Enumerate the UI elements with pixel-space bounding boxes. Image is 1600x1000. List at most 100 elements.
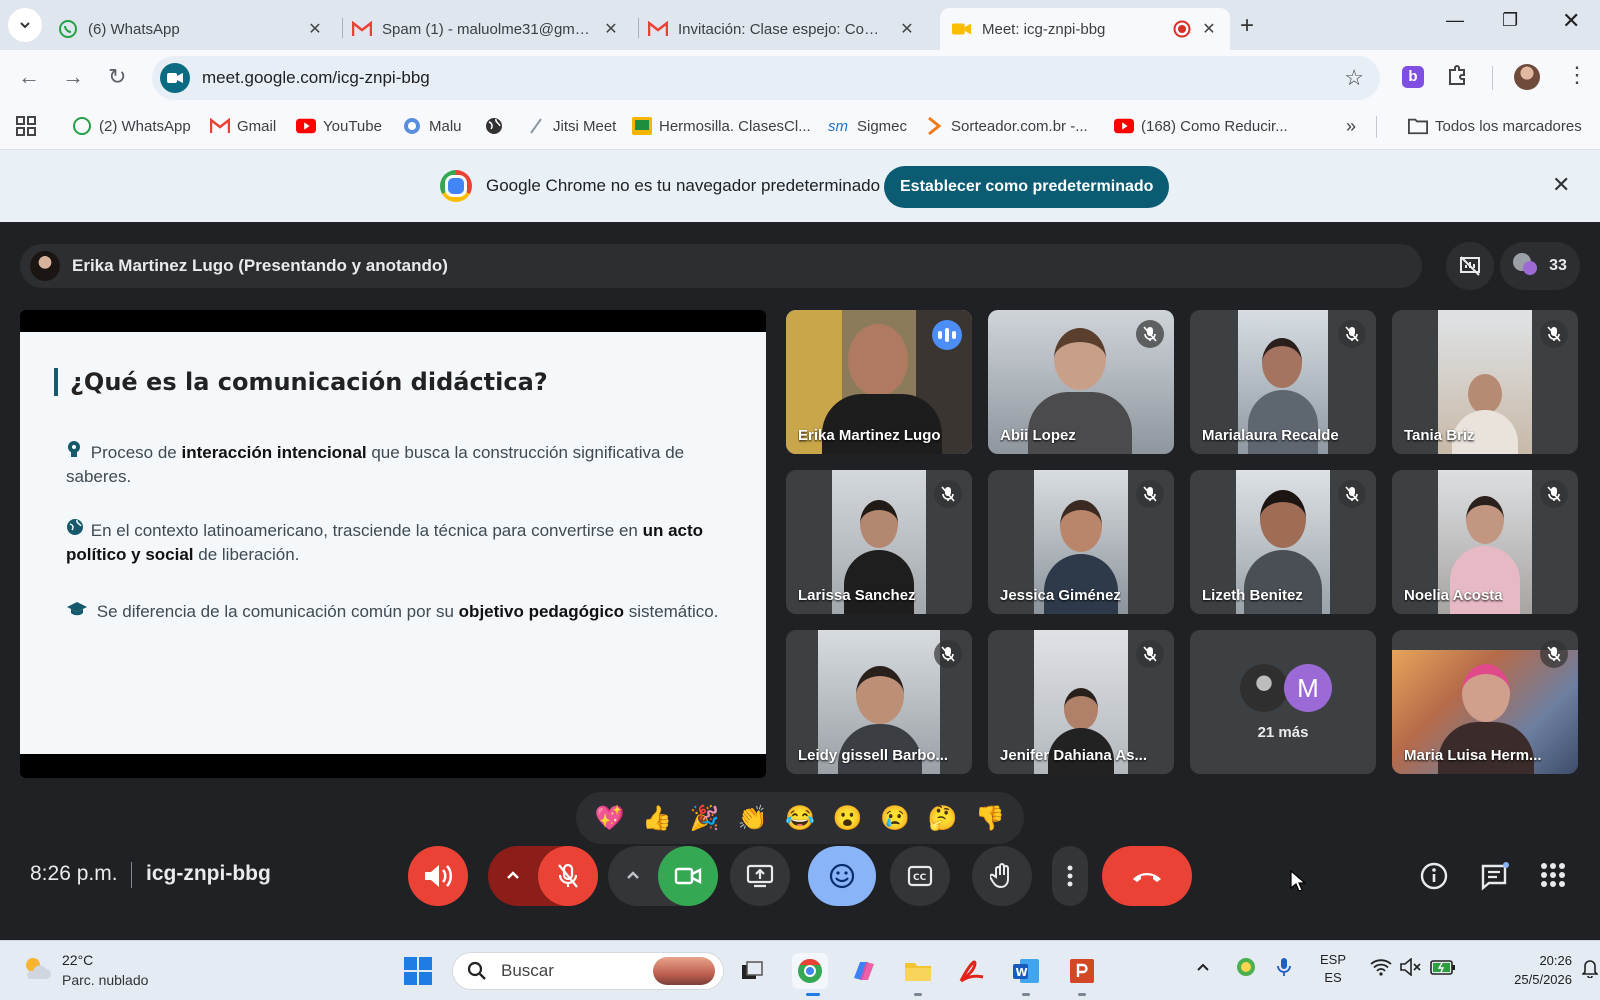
close-icon[interactable]: ✕ bbox=[1552, 172, 1570, 198]
reaction-surprised[interactable]: 😮 bbox=[833, 804, 863, 833]
bookmark-hermosilla[interactable]: Hermosilla. ClasesCl... bbox=[632, 116, 811, 136]
close-icon[interactable]: ✕ bbox=[602, 19, 620, 39]
extensions-puzzle-icon[interactable] bbox=[1446, 64, 1468, 92]
bookmark-star-icon[interactable]: ☆ bbox=[1344, 65, 1364, 91]
powerpoint-icon[interactable] bbox=[1064, 953, 1100, 989]
reaction-laughing[interactable]: 😂 bbox=[785, 804, 815, 833]
bookmark-whatsapp[interactable]: (2) WhatsApp bbox=[72, 116, 191, 136]
participant-tile[interactable]: Maria Luisa Herm... bbox=[1392, 630, 1578, 774]
participant-tile[interactable]: Noelia Acosta bbox=[1392, 470, 1578, 614]
bookmark-youtube[interactable]: YouTube bbox=[296, 116, 382, 136]
address-bar[interactable]: meet.google.com/icg-znpi-bbg ☆ bbox=[152, 56, 1380, 100]
bookmark-malu[interactable]: Malu bbox=[402, 116, 462, 136]
extension-b-icon[interactable]: b bbox=[1402, 66, 1424, 88]
microphone-tray-icon[interactable] bbox=[1276, 957, 1292, 982]
copilot-icon[interactable] bbox=[846, 953, 882, 989]
participant-tile[interactable]: Lizeth Benitez bbox=[1190, 470, 1376, 614]
reaction-party-popper[interactable]: 🎉 bbox=[690, 804, 720, 833]
bookmark-gmail[interactable]: Gmail bbox=[210, 116, 276, 136]
taskbar-search[interactable]: Buscar bbox=[452, 952, 724, 990]
camera-toggle-button[interactable] bbox=[658, 846, 718, 906]
chat-button[interactable] bbox=[1480, 862, 1510, 897]
more-options-button[interactable] bbox=[1052, 846, 1088, 906]
reaction-crying[interactable]: 😢 bbox=[880, 804, 910, 833]
bookmark-jitsi[interactable]: Jitsi Meet bbox=[526, 116, 616, 136]
show-hidden-icons-chevron[interactable] bbox=[1196, 959, 1210, 977]
leave-call-button[interactable] bbox=[1102, 846, 1192, 906]
back-arrow-icon[interactable]: ← bbox=[18, 64, 40, 90]
minimize-button[interactable]: — bbox=[1446, 10, 1464, 31]
raise-hand-button[interactable] bbox=[972, 846, 1032, 906]
hide-presentation-button[interactable] bbox=[1446, 242, 1494, 290]
battery-charging-icon[interactable] bbox=[1430, 958, 1456, 981]
set-default-button[interactable]: Establecer como predeterminado bbox=[884, 166, 1170, 208]
more-participants-tile[interactable]: M 21 más bbox=[1190, 630, 1376, 774]
present-screen-button[interactable] bbox=[730, 846, 790, 906]
tab-search-button[interactable] bbox=[8, 8, 42, 42]
participant-tile[interactable]: Erika Martinez Lugo bbox=[786, 310, 972, 454]
meeting-details-button[interactable] bbox=[1420, 862, 1448, 895]
reaction-thinking[interactable]: 🤔 bbox=[928, 804, 958, 833]
reaction-clapping[interactable]: 👏 bbox=[737, 804, 767, 833]
tab-gmail-invitation[interactable]: Invitación: Clase espejo: Comunicación ✕ bbox=[636, 8, 928, 50]
captions-button[interactable]: CC bbox=[890, 846, 950, 906]
system-clock[interactable]: 20:26 25/5/2026 bbox=[1490, 951, 1572, 989]
profile-avatar[interactable] bbox=[1514, 64, 1540, 90]
close-icon[interactable]: ✕ bbox=[898, 19, 916, 39]
app-tray-icon[interactable] bbox=[1236, 957, 1256, 982]
bookmark-youtube-video[interactable]: (168) Como Reducir... bbox=[1114, 116, 1288, 136]
all-bookmarks-folder[interactable]: Todos los marcadores bbox=[1408, 116, 1582, 136]
camera-options-chevron-icon[interactable] bbox=[608, 867, 658, 885]
tab-whatsapp[interactable]: (6) WhatsApp ✕ bbox=[46, 8, 336, 50]
bookmark-sigmec[interactable]: sm Sigmec bbox=[826, 116, 907, 136]
tab-gmail-spam[interactable]: Spam (1) - maluolme31@gmail.com ✕ bbox=[340, 8, 632, 50]
tab-title: (6) WhatsApp bbox=[88, 20, 180, 38]
participant-tile[interactable]: Jenifer Dahiana As... bbox=[988, 630, 1174, 774]
speaker-button[interactable] bbox=[408, 846, 468, 906]
activities-button[interactable] bbox=[1540, 862, 1566, 893]
apps-grid-icon[interactable] bbox=[16, 116, 36, 136]
microphone-toggle-button[interactable] bbox=[538, 846, 598, 906]
notification-bell-icon[interactable] bbox=[1581, 958, 1599, 983]
reaction-sparkling-heart[interactable]: 💖 bbox=[595, 804, 625, 833]
reload-icon[interactable]: ↻ bbox=[108, 64, 126, 90]
participant-tile[interactable]: Leidy gissell Barbo... bbox=[786, 630, 972, 774]
close-icon[interactable]: ✕ bbox=[1200, 19, 1218, 39]
wifi-icon[interactable] bbox=[1370, 958, 1392, 981]
acrobat-icon[interactable] bbox=[954, 953, 990, 989]
bookmark-sorteador[interactable]: Sorteador.com.br -... bbox=[924, 116, 1088, 136]
bookmark-label: (168) Como Reducir... bbox=[1141, 117, 1288, 135]
mic-off-icon bbox=[1136, 320, 1164, 348]
bookmark-globe[interactable] bbox=[484, 116, 511, 136]
svg-text:W: W bbox=[1016, 966, 1028, 979]
windows-start-icon[interactable] bbox=[404, 957, 432, 985]
chrome-taskbar-icon[interactable] bbox=[792, 953, 828, 989]
task-view-icon[interactable] bbox=[734, 953, 770, 989]
new-tab-button[interactable]: + bbox=[1240, 12, 1254, 40]
meet-site-icon[interactable] bbox=[160, 63, 190, 93]
bookmark-label: Gmail bbox=[237, 117, 277, 135]
input-language-indicator[interactable]: ESP ES bbox=[1320, 951, 1346, 987]
slide-bullet: Se diferencia de la comunicación común p… bbox=[66, 600, 726, 624]
forward-arrow-icon[interactable]: → bbox=[62, 64, 84, 90]
reaction-thumbs-down[interactable]: 👎 bbox=[975, 804, 1005, 833]
tab-meet[interactable]: Meet: icg-znpi-bbg ✕ bbox=[940, 8, 1230, 50]
window-close-button[interactable]: ✕ bbox=[1562, 8, 1580, 34]
chrome-menu-icon[interactable]: ⋮ bbox=[1566, 62, 1588, 88]
restore-button[interactable]: ❐ bbox=[1502, 10, 1518, 31]
mic-options-chevron-icon[interactable] bbox=[488, 867, 538, 885]
participant-tile[interactable]: Jessica Giménez bbox=[988, 470, 1174, 614]
reaction-thumbs-up[interactable]: 👍 bbox=[642, 804, 672, 833]
word-icon[interactable]: W bbox=[1008, 953, 1044, 989]
file-explorer-icon[interactable] bbox=[900, 953, 936, 989]
send-reaction-button[interactable] bbox=[808, 846, 876, 906]
participants-button[interactable]: 33 bbox=[1500, 242, 1580, 290]
close-icon[interactable]: ✕ bbox=[306, 19, 324, 39]
presenter-bar[interactable]: Erika Martinez Lugo (Presentando y anota… bbox=[20, 244, 1422, 288]
participant-tile[interactable]: Abii Lopez bbox=[988, 310, 1174, 454]
volume-muted-icon[interactable] bbox=[1400, 957, 1422, 981]
participant-tile[interactable]: Tania Briz bbox=[1392, 310, 1578, 454]
participant-tile[interactable]: Marialaura Recalde bbox=[1190, 310, 1376, 454]
more-bookmarks-icon[interactable]: » bbox=[1346, 116, 1356, 137]
participant-tile[interactable]: Larissa Sanchez bbox=[786, 470, 972, 614]
